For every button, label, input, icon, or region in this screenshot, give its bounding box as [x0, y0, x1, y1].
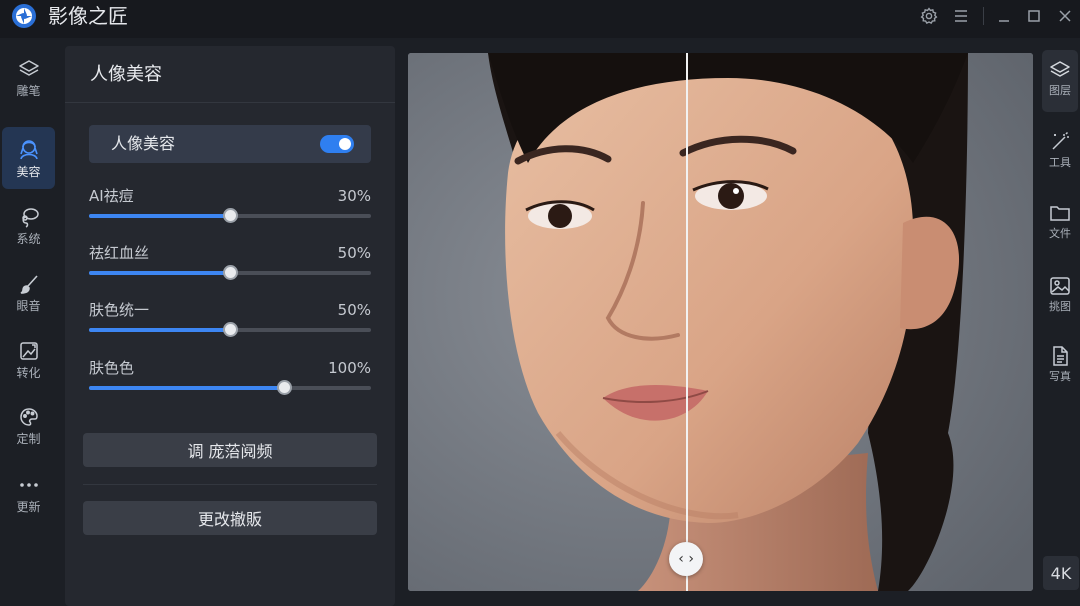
rrail-label: 文件: [1049, 227, 1071, 240]
slider-track[interactable]: [89, 380, 371, 395]
app-logo-icon: [12, 4, 36, 28]
gear-icon: [920, 7, 938, 25]
slider-redness: 祛红血丝 50%: [89, 244, 371, 284]
rrail-item-pick[interactable]: 挑图: [1042, 266, 1078, 328]
beauty-panel: 人像美容 人像美容 AI祛痘 30% 祛红血丝 50% 肤色统一 50% 肤色色: [65, 46, 395, 606]
rrail-label: 工具: [1049, 156, 1071, 169]
slider-handle[interactable]: [223, 265, 238, 280]
right-tool-rail: 图层 工具 文件 挑图 写真: [1040, 38, 1080, 606]
menu-icon: [955, 10, 967, 22]
rail-item-transform[interactable]: 转化: [2, 330, 55, 392]
transform-icon: [19, 342, 38, 360]
rrail-label: 图层: [1049, 84, 1071, 97]
rail-item-system[interactable]: 系统: [2, 196, 55, 258]
photo-canvas[interactable]: ‹ ›: [408, 53, 1033, 591]
revert-changes-button[interactable]: 更改撤販: [83, 501, 377, 535]
rrail-label: 挑图: [1049, 300, 1071, 313]
document-icon: [1053, 346, 1068, 366]
app-title: 影像之匠: [48, 4, 128, 28]
slider-label: AI祛痘: [89, 187, 134, 205]
compare-slider-handle[interactable]: ‹ ›: [669, 542, 704, 576]
panel-separator: [83, 484, 377, 485]
layers-icon: [1050, 61, 1070, 77]
portrait-beauty-toggle-row[interactable]: 人像美容: [89, 125, 371, 163]
slider-handle[interactable]: [223, 208, 238, 223]
rail-label: 转化: [16, 366, 41, 380]
rail-label: 系统: [16, 232, 41, 246]
portrait-icon: [19, 140, 38, 160]
slider-acne: AI祛痘 30%: [89, 187, 371, 227]
rail-item-update[interactable]: 更新: [2, 464, 55, 526]
rrail-item-layers[interactable]: 图层: [1042, 50, 1078, 112]
rail-label: 眼音: [16, 299, 41, 313]
brush-icon: [20, 275, 38, 294]
slider-fill: [89, 271, 230, 275]
titlebar-divider: [983, 7, 984, 25]
chevron-left-right-icon: ‹ ›: [678, 551, 694, 567]
slider-track[interactable]: [89, 322, 371, 337]
toggle-knob: [339, 138, 351, 150]
slider-fill: [89, 386, 284, 390]
rail-label: 定制: [16, 432, 41, 446]
rrail-item-tools[interactable]: 工具: [1042, 122, 1078, 184]
portrait-photo: [408, 53, 1033, 591]
close-button[interactable]: [1054, 5, 1076, 27]
slider-value: 100%: [328, 359, 371, 377]
left-tool-rail: 雕笔 美容 系统 眼音 转化 定制 更新: [0, 38, 58, 606]
rrail-item-portrait[interactable]: 写真: [1042, 336, 1078, 398]
menu-button[interactable]: [950, 5, 972, 27]
adjust-button[interactable]: 调 庞菭阋频: [83, 433, 377, 467]
rrail-item-files[interactable]: 文件: [1042, 193, 1078, 255]
magic-wand-icon: [1052, 131, 1069, 150]
maximize-button[interactable]: [1023, 5, 1045, 27]
slider-value: 30%: [337, 187, 371, 205]
slider-value: 50%: [337, 244, 371, 262]
title-bar: 影像之匠: [0, 0, 1080, 38]
slider-handle[interactable]: [223, 322, 238, 337]
slider-fill: [89, 214, 230, 218]
compare-divider[interactable]: [686, 53, 689, 591]
folder-icon: [1050, 206, 1070, 221]
slider-track[interactable]: [89, 265, 371, 280]
rail-item-custom[interactable]: 定制: [2, 396, 55, 458]
slider-skin-tone-unify: 肤色统一 50%: [89, 301, 371, 341]
more-icon: [19, 483, 38, 487]
4k-badge[interactable]: 4K: [1043, 556, 1079, 590]
maximize-icon: [1028, 10, 1040, 22]
lasso-icon: [21, 208, 39, 228]
slider-label: 肤色色: [89, 359, 135, 377]
palette-icon: [19, 408, 38, 426]
portrait-beauty-toggle[interactable]: [320, 135, 354, 153]
panel-divider: [65, 102, 395, 103]
rrail-label: 写真: [1049, 370, 1071, 383]
rail-item-brush[interactable]: 雕笔: [2, 48, 55, 110]
minimize-button[interactable]: [993, 5, 1015, 27]
slider-value: 50%: [337, 301, 371, 319]
panel-title: 人像美容: [90, 64, 162, 85]
rail-label: 雕笔: [16, 84, 41, 98]
close-icon: [1059, 10, 1071, 22]
rail-item-eye[interactable]: 眼音: [2, 263, 55, 325]
slider-handle[interactable]: [276, 380, 292, 395]
layers-icon: [18, 60, 39, 76]
slider-label: 祛红血丝: [89, 244, 150, 262]
toggle-label: 人像美容: [111, 134, 176, 153]
minimize-icon: [999, 20, 1009, 22]
slider-fill: [89, 328, 230, 332]
slider-track[interactable]: [89, 208, 371, 223]
slider-skin-color: 肤色色 100%: [89, 359, 371, 399]
slider-label: 肤色统一: [89, 301, 150, 319]
settings-button[interactable]: [918, 5, 940, 27]
rail-item-beauty[interactable]: 美容: [2, 127, 55, 189]
rail-label: 美容: [16, 165, 41, 179]
rail-label: 更新: [16, 500, 41, 514]
image-icon: [1050, 277, 1070, 295]
